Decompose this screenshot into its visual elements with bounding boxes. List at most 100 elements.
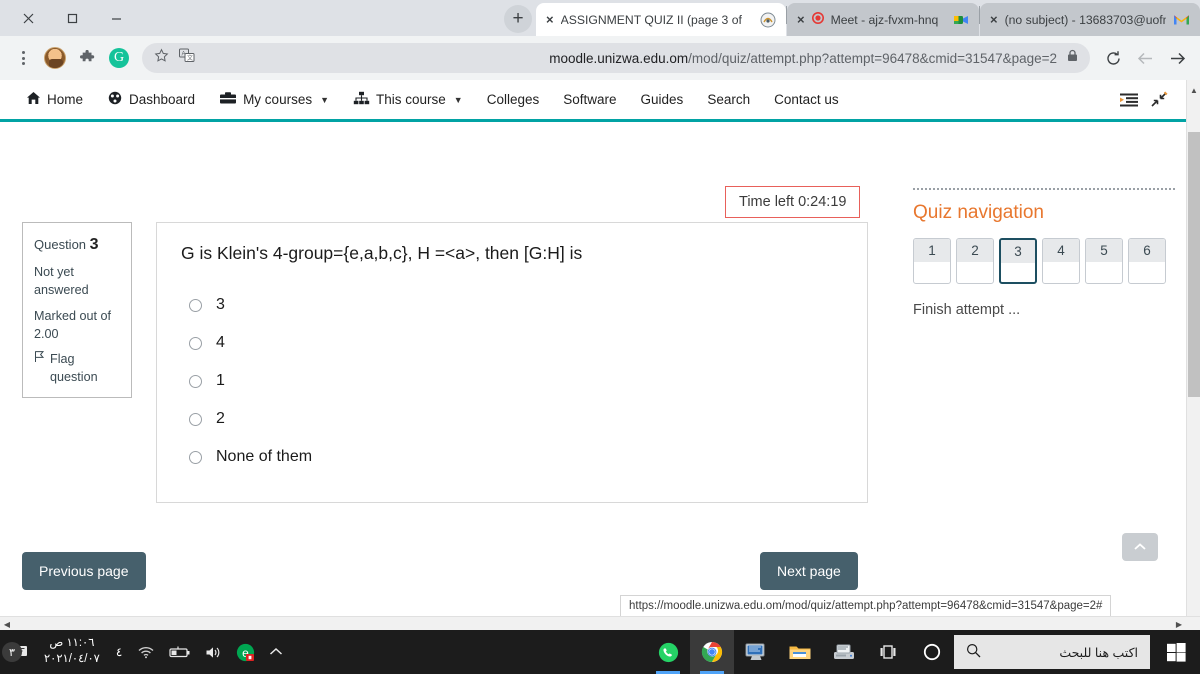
answer-option[interactable]: None of them — [189, 438, 843, 476]
answer-radio[interactable] — [189, 412, 202, 426]
nav-item-dashboard[interactable]: Dashboard — [95, 91, 207, 108]
nav-item-label: Software — [563, 92, 617, 107]
question-buttons: 1 2 3 4 5 6 — [913, 238, 1175, 284]
taskbar-search-box[interactable]: اكتب هنا للبحث — [954, 635, 1150, 669]
wifi-icon[interactable] — [130, 645, 162, 659]
windows-start-icon[interactable] — [1152, 630, 1200, 674]
cortana-icon[interactable] — [910, 630, 954, 674]
address-bar[interactable]: A文 moodle.unizwa.edu.om/mod/quiz/attempt… — [142, 43, 1090, 73]
horizontal-scrollbar[interactable]: ◀ ▶ — [0, 616, 1200, 630]
puzzle-icon[interactable] — [72, 43, 102, 73]
question-text: G is Klein's 4-group={e,a,b,c}, H =<a>, … — [181, 243, 583, 263]
question-button-label: 3 — [1001, 240, 1035, 263]
tab-close-icon[interactable]: × — [797, 12, 805, 27]
eset-icon[interactable]: e — [229, 643, 262, 662]
nav-item-guides[interactable]: Guides — [629, 92, 696, 107]
question-button-label: 1 — [914, 239, 950, 262]
answer-radio[interactable] — [189, 298, 202, 312]
chrome-icon[interactable] — [690, 630, 734, 674]
back-to-top-button[interactable] — [1122, 533, 1158, 561]
vertical-scrollbar[interactable]: ▲ ▼ — [1186, 80, 1200, 630]
battery-icon[interactable] — [162, 646, 198, 659]
window-minimize-button[interactable] — [94, 2, 138, 34]
taskbar-apps — [646, 630, 954, 674]
avatar[interactable] — [40, 43, 70, 73]
nav-item-contact-us[interactable]: Contact us — [762, 92, 851, 107]
question-button-4[interactable]: 4 — [1042, 238, 1080, 284]
task-view-icon[interactable] — [866, 630, 910, 674]
nav-item-colleges[interactable]: Colleges — [475, 92, 552, 107]
taskbar-clock[interactable]: ١١:٠٦ ص ٢٠٢١/٠٤/٠٧ — [36, 636, 108, 667]
collapse-arrows-icon[interactable] — [1144, 91, 1174, 108]
window-maximize-button[interactable] — [50, 2, 94, 34]
grammarly-icon[interactable]: G — [104, 43, 134, 73]
back-arrow-icon[interactable] — [1130, 43, 1160, 73]
scrollbar-thumb[interactable] — [1188, 132, 1200, 397]
scroll-left-icon[interactable]: ◀ — [0, 617, 14, 631]
url-path: /mod/quiz/attempt.php?attempt=96478&cmid… — [688, 50, 1057, 66]
forward-arrow-icon[interactable] — [1162, 43, 1192, 73]
status-bar-url: https://moodle.unizwa.edu.om/mod/quiz/at… — [629, 600, 1103, 612]
question-button-5[interactable]: 5 — [1085, 238, 1123, 284]
scanner-icon[interactable] — [822, 630, 866, 674]
question-button-1[interactable]: 1 — [913, 238, 951, 284]
question-button-label: 6 — [1129, 239, 1165, 262]
tray-badge-count[interactable]: ٤ — [108, 645, 130, 659]
scroll-up-icon[interactable]: ▲ — [1187, 82, 1200, 98]
window-close-button[interactable] — [6, 2, 50, 34]
tab-google-meet[interactable]: × Meet - ajz-fvxm-hnq — [787, 3, 979, 36]
answer-radio[interactable] — [189, 336, 202, 350]
remote-desktop-icon[interactable] — [734, 630, 778, 674]
answer-option[interactable]: 1 — [189, 362, 843, 400]
scroll-right-icon[interactable]: ▶ — [1172, 617, 1186, 631]
previous-page-button[interactable]: Previous page — [22, 552, 146, 590]
nav-item-home[interactable]: Home — [14, 91, 95, 108]
translate-icon[interactable]: A文 — [179, 48, 195, 68]
question-button-6[interactable]: 6 — [1128, 238, 1166, 284]
whatsapp-icon[interactable] — [646, 630, 690, 674]
nav-item-label: Home — [47, 92, 84, 107]
url-host: moodle.unizwa.edu.om — [549, 50, 689, 66]
tab-assignment-quiz[interactable]: × ASSIGNMENT QUIZ II (page 3 of — [536, 3, 786, 36]
action-center-icon[interactable]: ٣ — [2, 642, 36, 662]
tab-title: (no subject) - 13683703@uofn.ed — [1004, 12, 1166, 27]
three-dot-menu-icon[interactable] — [8, 43, 38, 73]
list-toggle-icon[interactable] — [1114, 92, 1144, 108]
answer-label: 3 — [216, 296, 225, 313]
answer-radio[interactable] — [189, 450, 202, 464]
question-button-3[interactable]: 3 — [999, 238, 1037, 284]
nav-item-search[interactable]: Search — [695, 92, 762, 107]
tab-gmail[interactable]: × (no subject) - 13683703@uofn.ed — [980, 3, 1200, 36]
star-icon[interactable] — [154, 48, 169, 68]
nav-item-label: This course — [376, 92, 446, 107]
svg-text:文: 文 — [187, 54, 193, 62]
tab-close-icon[interactable]: × — [990, 12, 998, 27]
timer-box: Time left 0:24:19 — [725, 186, 861, 218]
tab-close-icon[interactable]: × — [546, 12, 554, 27]
record-dot-icon — [811, 12, 824, 27]
nav-item-my-courses[interactable]: My courses ▼ — [207, 91, 341, 108]
question-button-label: 4 — [1043, 239, 1079, 262]
lock-icon[interactable] — [1067, 49, 1078, 67]
new-tab-button[interactable]: + — [504, 5, 532, 33]
answer-option[interactable]: 4 — [189, 324, 843, 362]
page-viewport: Home Dashboard My courses ▼ This course … — [0, 80, 1200, 630]
finish-attempt-link[interactable]: Finish attempt ... — [913, 302, 1175, 318]
reload-icon[interactable] — [1098, 43, 1128, 73]
nav-item-this-course[interactable]: This course ▼ — [341, 91, 475, 108]
answer-radio[interactable] — [189, 374, 202, 388]
flag-icon — [34, 350, 45, 368]
nav-item-software[interactable]: Software — [551, 92, 628, 107]
flag-question-button[interactable]: Flag question — [34, 350, 120, 387]
answer-option[interactable]: 2 — [189, 400, 843, 438]
file-explorer-icon[interactable] — [778, 630, 822, 674]
question-button-label: 2 — [957, 239, 993, 262]
answer-option[interactable]: 3 — [189, 286, 843, 324]
briefcase-icon — [219, 91, 237, 108]
answer-label: 1 — [216, 372, 225, 389]
volume-icon[interactable] — [198, 645, 229, 660]
next-page-button[interactable]: Next page — [760, 552, 858, 590]
question-button-label: 5 — [1086, 239, 1122, 262]
question-button-2[interactable]: 2 — [956, 238, 994, 284]
show-hidden-icons-icon[interactable] — [262, 647, 290, 657]
